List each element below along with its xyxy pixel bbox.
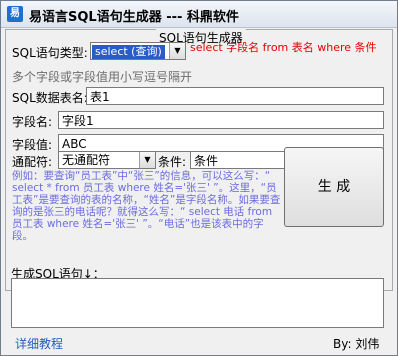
window-title: 易语言SQL语句生成器 --- 科鼎软件 xyxy=(29,10,239,25)
wildcard-value: 无通配符 xyxy=(62,153,111,167)
sql-output-textarea[interactable] xyxy=(11,278,384,328)
author-label: By: 刘伟 xyxy=(333,337,380,351)
table-name-input[interactable]: 表1 xyxy=(86,87,384,105)
chevron-down-icon[interactable]: ▼ xyxy=(169,43,185,59)
sql-type-value: select (查询) xyxy=(92,45,165,59)
condition-label: 条件: xyxy=(158,155,187,169)
table-name-label: SQL数据表名: xyxy=(12,91,88,105)
main-window: 易 易语言SQL语句生成器 --- 科鼎软件 SQL语句生成器 SQL语句类型:… xyxy=(0,0,398,356)
field-name-input[interactable]: 字段1 xyxy=(58,111,384,129)
wildcard-label: 通配符: xyxy=(12,155,53,169)
sql-type-hint: select 字段名 from 表名 where 条件 xyxy=(190,41,377,54)
field-name-label: 字段名: xyxy=(12,115,53,129)
multi-field-hint: 多个字段或字段值用小写逗号隔开 xyxy=(12,70,193,84)
app-icon: 易 xyxy=(7,6,23,22)
sql-type-label: SQL语句类型: xyxy=(12,46,88,60)
title-bar: 易 易语言SQL语句生成器 --- 科鼎软件 xyxy=(1,1,397,28)
wildcard-select[interactable]: 无通配符 ▼ xyxy=(58,151,156,169)
field-value-label: 字段值: xyxy=(12,138,53,152)
chevron-down-icon[interactable]: ▼ xyxy=(139,152,155,168)
tutorial-link[interactable]: 详细教程 xyxy=(15,335,63,352)
generate-button[interactable]: 生 成 xyxy=(284,147,384,227)
sql-type-select[interactable]: select (查询) ▼ xyxy=(90,42,186,60)
